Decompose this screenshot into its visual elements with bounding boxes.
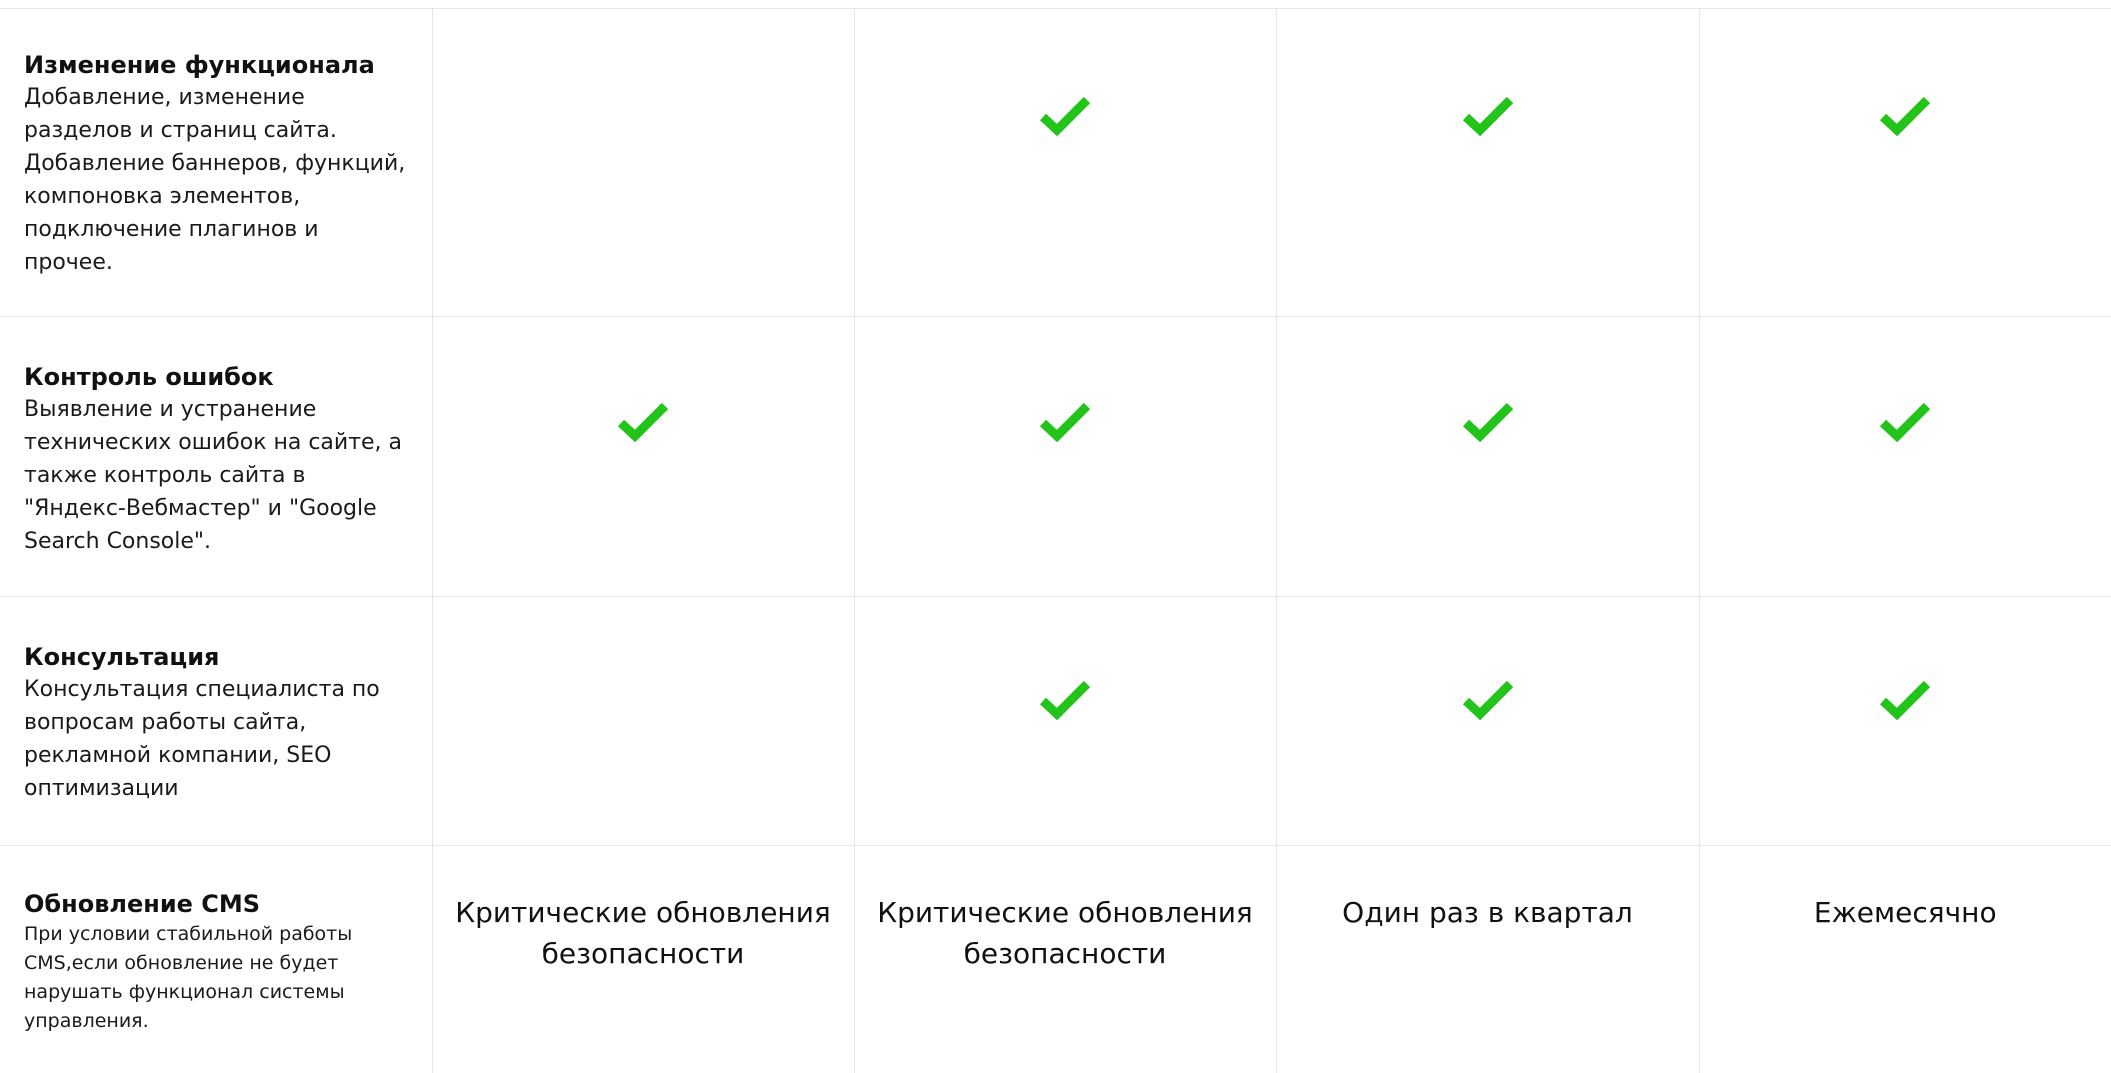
plan-cell-text: Критические обновления безопасности <box>455 896 831 970</box>
checkmark-icon <box>1879 93 1931 137</box>
feature-cell: Консультация Консультация специалиста по… <box>0 596 433 846</box>
table-row: Обновление CMS При условии стабильной ра… <box>0 845 2111 1073</box>
plan-cell: Один раз в квартал <box>1276 845 1700 1073</box>
plan-cell <box>1276 316 1700 597</box>
checkmark-icon <box>1462 399 1514 443</box>
plan-cell-text: Критические обновления безопасности <box>877 896 1253 970</box>
feature-description: Добавление, изменение разделов и страниц… <box>24 85 406 275</box>
feature-title: Консультация <box>24 643 220 671</box>
plan-cell: Ежемесячно <box>1699 846 2111 1073</box>
plan-cell <box>1276 596 1700 846</box>
feature-cell: Обновление CMS При условии стабильной ра… <box>0 845 433 1073</box>
feature-cell: Изменение функционала Добавление, измене… <box>0 8 433 317</box>
checkmark-icon <box>1039 677 1091 721</box>
plan-cell <box>1699 8 2111 317</box>
feature-description: Выявление и устранение технических ошибо… <box>24 397 403 554</box>
feature-title: Обновление CMS <box>24 890 261 918</box>
checkmark-icon <box>1039 399 1091 443</box>
plan-cell <box>854 316 1277 597</box>
feature-title: Изменение функционала <box>24 51 375 79</box>
plan-cell <box>1699 316 2111 597</box>
feature-title: Контроль ошибок <box>24 363 274 391</box>
checkmark-icon <box>1879 399 1931 443</box>
plan-cell-text: Один раз в квартал <box>1342 896 1633 929</box>
table-row: Консультация Консультация специалиста по… <box>0 596 2111 846</box>
pricing-comparison-table: Изменение функционала Добавление, измене… <box>0 8 2111 1073</box>
plan-cell <box>1276 8 1700 317</box>
plan-cell-text: Ежемесячно <box>1813 896 1997 929</box>
checkmark-icon <box>617 399 669 443</box>
plan-cell <box>432 8 855 317</box>
plan-cell <box>432 596 855 846</box>
plan-cell <box>854 596 1277 846</box>
plan-cell <box>854 8 1277 317</box>
checkmark-icon <box>1462 677 1514 721</box>
plan-cell <box>1699 596 2111 846</box>
checkmark-icon <box>1039 93 1091 137</box>
checkmark-icon <box>1462 93 1514 137</box>
table-row: Изменение функционала Добавление, измене… <box>0 8 2111 317</box>
checkmark-icon <box>1879 677 1931 721</box>
plan-cell: Критические обновления безопасности <box>854 845 1277 1073</box>
plan-cell: Критические обновления безопасности <box>432 845 855 1073</box>
feature-cell: Контроль ошибок Выявление и устранение т… <box>0 316 433 597</box>
feature-description: Консультация специалиста по вопросам раб… <box>24 677 380 801</box>
table-row: Контроль ошибок Выявление и устранение т… <box>0 316 2111 597</box>
feature-description: При условии стабильной работы CMS,если о… <box>24 923 353 1032</box>
plan-cell <box>432 316 855 597</box>
